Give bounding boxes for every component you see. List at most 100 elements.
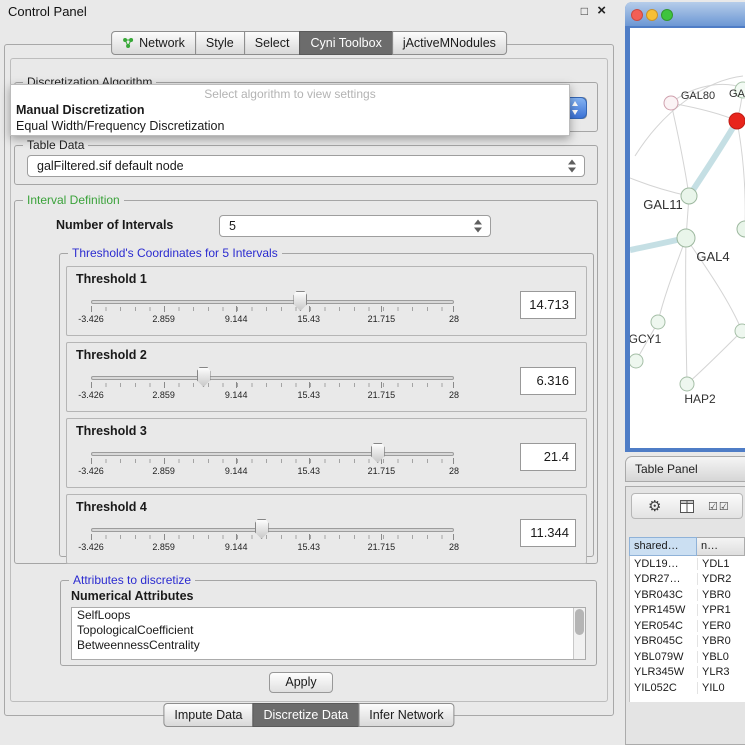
close-icon[interactable]: ×: [597, 2, 606, 19]
checkbox-icon[interactable]: ☑: [708, 501, 719, 513]
threshold-value-field[interactable]: 14.713: [520, 291, 576, 319]
gear-icon[interactable]: ⚙: [648, 497, 661, 515]
network-edge: [658, 238, 686, 322]
slider-major-tick: [236, 382, 237, 388]
network-canvas[interactable]: GAL80 GA GAL11 GAL4 GCY1 HAP2: [630, 28, 745, 448]
group-title: Interval Definition: [23, 193, 124, 207]
threshold-slider[interactable]: -3.426 2.859 9.144 15.43 21.715 28: [91, 443, 454, 485]
list-scrollbar[interactable]: [573, 608, 585, 659]
threshold-value-field[interactable]: 11.344: [520, 519, 576, 547]
slider-major-tick: [381, 534, 382, 540]
threshold-value-field[interactable]: 21.4: [520, 443, 576, 471]
tab-network[interactable]: Network: [111, 31, 196, 55]
slider-tick-label: 28: [449, 314, 459, 324]
table-row[interactable]: YIL052CYIL0: [630, 680, 745, 696]
table-row[interactable]: YBR043CYBR0: [630, 587, 745, 603]
tab-infer-network[interactable]: Infer Network: [358, 703, 454, 727]
slider-major-tick: [309, 382, 310, 388]
table-row[interactable]: YLR345WYLR3: [630, 665, 745, 681]
list-item[interactable]: TopologicalCoefficient: [72, 623, 585, 638]
dropdown-option-equal-width-frequency[interactable]: Equal Width/Frequency Discretization: [11, 118, 569, 134]
interval-definition-group: Interval Definition Number of Intervals …: [14, 200, 598, 564]
table-row[interactable]: YBL079WYBL0: [630, 649, 745, 665]
network-node[interactable]: [737, 221, 745, 237]
threshold-label: Threshold 1: [76, 272, 147, 286]
threshold-panel: Threshold 3 -3.426 2.859 9.144 15.43 21.…: [66, 418, 587, 488]
network-node[interactable]: [677, 229, 695, 247]
slider-track[interactable]: [91, 452, 454, 456]
table-panel-titlebar: Table Panel: [625, 456, 745, 482]
desktop: Control Panel □ × Network Style Select C…: [0, 0, 745, 745]
network-window-titlebar[interactable]: [625, 2, 745, 26]
numerical-attributes-label: Numerical Attributes: [71, 589, 193, 603]
threshold-panel: Threshold 4 -3.426 2.859 9.144 15.43 21.…: [66, 494, 587, 564]
column-header-name[interactable]: n…: [697, 537, 745, 556]
list-item[interactable]: BetweennessCentrality: [72, 638, 585, 653]
updown-arrows-icon: [568, 160, 577, 173]
table-row[interactable]: YBR045CYBR0: [630, 634, 745, 650]
network-node[interactable]: [651, 315, 665, 329]
traffic-light-minimize[interactable]: [646, 9, 658, 21]
network-node[interactable]: [735, 324, 745, 338]
column-header-shared-name[interactable]: shared…: [629, 537, 697, 556]
network-node[interactable]: [680, 377, 694, 391]
slider-minor-ticks: [91, 459, 454, 463]
table-data-combobox[interactable]: galFiltered.sif default node: [27, 155, 585, 177]
traffic-light-zoom[interactable]: [661, 9, 673, 21]
attributes-listbox: SelfLoops TopologicalCoefficient Between…: [71, 607, 586, 660]
threshold-value-field[interactable]: 6.316: [520, 367, 576, 395]
network-edge: [686, 238, 687, 384]
network-edge: [687, 331, 742, 384]
updown-arrows-icon: [474, 220, 483, 233]
tab-discretize-data[interactable]: Discretize Data: [253, 703, 360, 727]
threshold-slider[interactable]: -3.426 2.859 9.144 15.43 21.715 28: [91, 291, 454, 333]
slider-major-tick: [453, 306, 454, 312]
network-node-selected[interactable]: [729, 113, 745, 129]
arrow-up-icon: [572, 101, 578, 106]
slider-tick-label: 2.859: [152, 390, 175, 400]
table-row[interactable]: YDR27…YDR2: [630, 572, 745, 588]
slider-major-tick: [309, 458, 310, 464]
slider-tick-label: 28: [449, 466, 459, 476]
float-window-icon[interactable]: □: [581, 4, 588, 18]
slider-track[interactable]: [91, 376, 454, 380]
tab-jactivemnodules[interactable]: jActiveMNodules: [392, 31, 507, 55]
slider-major-tick: [91, 458, 92, 464]
tab-style[interactable]: Style: [195, 31, 245, 55]
network-icon: [122, 37, 134, 49]
slider-tick-label: -3.426: [78, 314, 104, 324]
network-node[interactable]: [664, 96, 678, 110]
network-edge: [671, 103, 737, 121]
columns-icon[interactable]: [680, 500, 694, 518]
network-node[interactable]: [681, 188, 697, 204]
tab-cyni-toolbox[interactable]: Cyni Toolbox: [299, 31, 392, 55]
list-item[interactable]: SelfLoops: [72, 608, 585, 623]
network-node[interactable]: [630, 354, 643, 368]
control-panel-tabs: Network Style Select Cyni Toolbox jActiv…: [111, 31, 507, 55]
slider-major-tick: [236, 458, 237, 464]
slider-tick-label: -3.426: [78, 466, 104, 476]
scrollbar-thumb[interactable]: [575, 609, 584, 635]
number-of-intervals-combobox[interactable]: 5: [219, 215, 491, 237]
slider-track[interactable]: [91, 528, 454, 532]
dropdown-option-manual-discretization[interactable]: Manual Discretization: [11, 102, 569, 118]
slider-track[interactable]: [91, 300, 454, 304]
checkbox-icon[interactable]: ☑: [719, 501, 730, 513]
traffic-light-close[interactable]: [631, 9, 643, 21]
slider-major-tick: [453, 382, 454, 388]
tab-label: jActiveMNodules: [403, 36, 496, 50]
network-node-label: HAP2: [684, 392, 716, 406]
slider-major-tick: [309, 306, 310, 312]
threshold-slider[interactable]: -3.426 2.859 9.144 15.43 21.715 28: [91, 367, 454, 409]
table-row[interactable]: YPR145WYPR1: [630, 603, 745, 619]
table-row[interactable]: YDL19…YDL1: [630, 556, 745, 572]
group-title: Threshold's Coordinates for 5 Intervals: [68, 246, 282, 260]
apply-button[interactable]: Apply: [269, 672, 333, 693]
slider-major-tick: [381, 306, 382, 312]
tab-impute-data[interactable]: Impute Data: [163, 703, 253, 727]
slider-tick-label: 9.144: [225, 466, 248, 476]
tab-select[interactable]: Select: [244, 31, 301, 55]
threshold-slider[interactable]: -3.426 2.859 9.144 15.43 21.715 28: [91, 519, 454, 561]
table-row[interactable]: YER054CYER0: [630, 618, 745, 634]
table-header-row: shared… n…: [629, 537, 745, 556]
